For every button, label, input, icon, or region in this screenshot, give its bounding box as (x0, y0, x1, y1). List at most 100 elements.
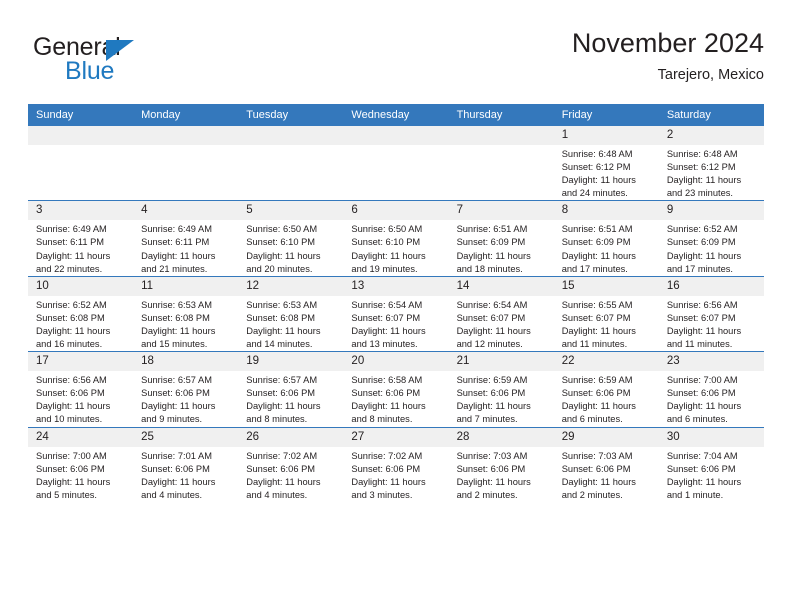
day-cell[interactable]: 29 Sunrise: 7:03 AM Sunset: 6:06 PM Dayl… (553, 426, 659, 502)
day-details: Sunrise: 6:49 AM Sunset: 6:11 PM Dayligh… (28, 220, 133, 275)
day-details: Sunrise: 7:04 AM Sunset: 6:06 PM Dayligh… (659, 447, 764, 502)
sunrise-text: Sunrise: 6:56 AM (36, 375, 107, 386)
day-number: 25 (133, 427, 239, 447)
daylight-text-line2: and 11 minutes. (666, 339, 733, 350)
day-number (343, 126, 449, 145)
daylight-text-line1: Daylight: 11 hours (456, 325, 531, 336)
daylight-text-line2: and 1 minute. (666, 489, 724, 500)
day-details (343, 145, 448, 148)
day-cell[interactable]: 23 Sunrise: 7:00 AM Sunset: 6:06 PM Dayl… (658, 351, 764, 427)
sunrise-text: Sunrise: 6:49 AM (141, 224, 212, 235)
day-details: Sunrise: 7:00 AM Sunset: 6:06 PM Dayligh… (659, 371, 764, 426)
day-number (28, 126, 134, 145)
week-row: 3 Sunrise: 6:49 AM Sunset: 6:11 PM Dayli… (28, 200, 764, 277)
day-cell[interactable]: 22 Sunrise: 6:59 AM Sunset: 6:06 PM Dayl… (553, 351, 659, 427)
day-cell[interactable]: 8 Sunrise: 6:51 AM Sunset: 6:09 PM Dayli… (553, 200, 659, 277)
weekday-header-tuesday: Tuesday (238, 104, 344, 126)
day-cell[interactable]: 17 Sunrise: 6:56 AM Sunset: 6:06 PM Dayl… (28, 351, 134, 427)
day-cell[interactable]: 6 Sunrise: 6:50 AM Sunset: 6:10 PM Dayli… (343, 200, 449, 277)
day-cell[interactable]: 4 Sunrise: 6:49 AM Sunset: 6:11 PM Dayli… (133, 200, 239, 277)
daylight-text-line1: Daylight: 11 hours (36, 325, 111, 336)
location-subtitle: Tarejero, Mexico (657, 66, 764, 83)
day-cell[interactable]: 24 Sunrise: 7:00 AM Sunset: 6:06 PM Dayl… (28, 426, 134, 502)
day-number: 17 (28, 352, 134, 372)
sunset-text: Sunset: 6:06 PM (36, 388, 105, 399)
day-cell[interactable]: 16 Sunrise: 6:56 AM Sunset: 6:07 PM Dayl… (658, 275, 764, 352)
day-number: 20 (343, 352, 449, 372)
sunset-text: Sunset: 6:10 PM (246, 237, 316, 248)
daylight-text-line2: and 16 minutes. (36, 339, 103, 350)
daylight-text-line2: and 12 minutes. (456, 339, 523, 350)
sunset-text: Sunset: 6:06 PM (351, 388, 421, 399)
day-cell[interactable]: 26 Sunrise: 7:02 AM Sunset: 6:06 PM Dayl… (238, 426, 344, 502)
daylight-text-line2: and 6 minutes. (666, 414, 728, 425)
day-cell[interactable]: 15 Sunrise: 6:55 AM Sunset: 6:07 PM Dayl… (553, 275, 659, 352)
sunset-text: Sunset: 6:06 PM (141, 388, 210, 399)
sunrise-text: Sunrise: 6:52 AM (36, 299, 107, 310)
day-cell[interactable]: 10 Sunrise: 6:52 AM Sunset: 6:08 PM Dayl… (28, 275, 134, 352)
day-cell[interactable]: 19 Sunrise: 6:57 AM Sunset: 6:06 PM Dayl… (238, 351, 344, 427)
daylight-text-line2: and 6 minutes. (561, 414, 623, 425)
day-cell[interactable] (238, 126, 344, 201)
day-number: 14 (448, 276, 554, 296)
sunrise-text: Sunrise: 6:50 AM (246, 224, 318, 235)
daylight-text-line1: Daylight: 11 hours (36, 250, 111, 261)
sunrise-text: Sunrise: 6:50 AM (351, 224, 423, 235)
week-row: 17 Sunrise: 6:56 AM Sunset: 6:06 PM Dayl… (28, 351, 764, 427)
day-number: 10 (28, 276, 134, 296)
day-cell[interactable]: 5 Sunrise: 6:50 AM Sunset: 6:10 PM Dayli… (238, 200, 344, 277)
day-cell[interactable]: 12 Sunrise: 6:53 AM Sunset: 6:08 PM Dayl… (238, 275, 344, 352)
day-cell[interactable]: 11 Sunrise: 6:53 AM Sunset: 6:08 PM Dayl… (133, 275, 239, 352)
sunrise-text: Sunrise: 7:02 AM (246, 450, 318, 461)
day-cell[interactable] (133, 126, 239, 201)
daylight-text-line2: and 11 minutes. (561, 339, 628, 350)
day-cell[interactable] (448, 126, 554, 201)
day-cell[interactable]: 28 Sunrise: 7:03 AM Sunset: 6:06 PM Dayl… (448, 426, 554, 502)
sunrise-text: Sunrise: 6:55 AM (561, 299, 633, 310)
daylight-text-line2: and 20 minutes. (246, 263, 313, 274)
day-cell[interactable]: 7 Sunrise: 6:51 AM Sunset: 6:09 PM Dayli… (448, 200, 554, 277)
sunrise-text: Sunrise: 6:59 AM (561, 375, 633, 386)
day-details: Sunrise: 6:49 AM Sunset: 6:11 PM Dayligh… (133, 220, 238, 275)
day-cell[interactable]: 18 Sunrise: 6:57 AM Sunset: 6:06 PM Dayl… (133, 351, 239, 427)
day-cell[interactable]: 21 Sunrise: 6:59 AM Sunset: 6:06 PM Dayl… (448, 351, 554, 427)
sunset-text: Sunset: 6:06 PM (246, 463, 316, 474)
daylight-text-line2: and 8 minutes. (246, 414, 308, 425)
day-cell[interactable]: 3 Sunrise: 6:49 AM Sunset: 6:11 PM Dayli… (28, 200, 134, 277)
sunset-text: Sunset: 6:07 PM (561, 312, 631, 323)
sunset-text: Sunset: 6:06 PM (561, 463, 631, 474)
day-cell[interactable]: 13 Sunrise: 6:54 AM Sunset: 6:07 PM Dayl… (343, 275, 449, 352)
week-row: 1 Sunrise: 6:48 AM Sunset: 6:12 PM Dayli… (28, 126, 764, 201)
day-details: Sunrise: 6:57 AM Sunset: 6:06 PM Dayligh… (133, 371, 238, 426)
weekday-header-row: Sunday Monday Tuesday Wednesday Thursday… (28, 104, 764, 126)
day-cell[interactable] (343, 126, 449, 201)
daylight-text-line2: and 18 minutes. (456, 263, 523, 274)
day-number: 1 (553, 126, 659, 145)
sunset-text: Sunset: 6:08 PM (246, 312, 316, 323)
day-details: Sunrise: 7:02 AM Sunset: 6:06 PM Dayligh… (343, 447, 448, 502)
day-cell[interactable]: 20 Sunrise: 6:58 AM Sunset: 6:06 PM Dayl… (343, 351, 449, 427)
day-number: 30 (658, 427, 764, 447)
day-number: 22 (553, 352, 659, 372)
daylight-text-line2: and 15 minutes. (141, 339, 208, 350)
day-cell[interactable] (28, 126, 134, 201)
day-cell[interactable]: 27 Sunrise: 7:02 AM Sunset: 6:06 PM Dayl… (343, 426, 449, 502)
weekday-header-sunday: Sunday (28, 104, 134, 126)
page-title: November 2024 (571, 28, 764, 58)
day-cell[interactable]: 30 Sunrise: 7:04 AM Sunset: 6:06 PM Dayl… (658, 426, 764, 502)
daylight-text-line2: and 4 minutes. (246, 489, 308, 500)
day-details: Sunrise: 6:54 AM Sunset: 6:07 PM Dayligh… (343, 296, 448, 351)
day-number: 8 (553, 201, 659, 221)
day-number (133, 126, 239, 145)
day-cell[interactable]: 25 Sunrise: 7:01 AM Sunset: 6:06 PM Dayl… (133, 426, 239, 502)
daylight-text-line1: Daylight: 11 hours (246, 250, 321, 261)
general-blue-logo[interactable]: General Blue (33, 35, 183, 93)
day-cell[interactable]: 14 Sunrise: 6:54 AM Sunset: 6:07 PM Dayl… (448, 275, 554, 352)
day-cell[interactable]: 9 Sunrise: 6:52 AM Sunset: 6:09 PM Dayli… (658, 200, 764, 277)
sunset-text: Sunset: 6:06 PM (561, 388, 631, 399)
day-cell[interactable]: 2 Sunrise: 6:48 AM Sunset: 6:12 PM Dayli… (658, 126, 764, 201)
daylight-text-line2: and 23 minutes. (666, 188, 733, 199)
sunrise-text: Sunrise: 7:00 AM (666, 375, 738, 386)
sunset-text: Sunset: 6:08 PM (36, 312, 105, 323)
day-cell[interactable]: 1 Sunrise: 6:48 AM Sunset: 6:12 PM Dayli… (553, 126, 659, 201)
